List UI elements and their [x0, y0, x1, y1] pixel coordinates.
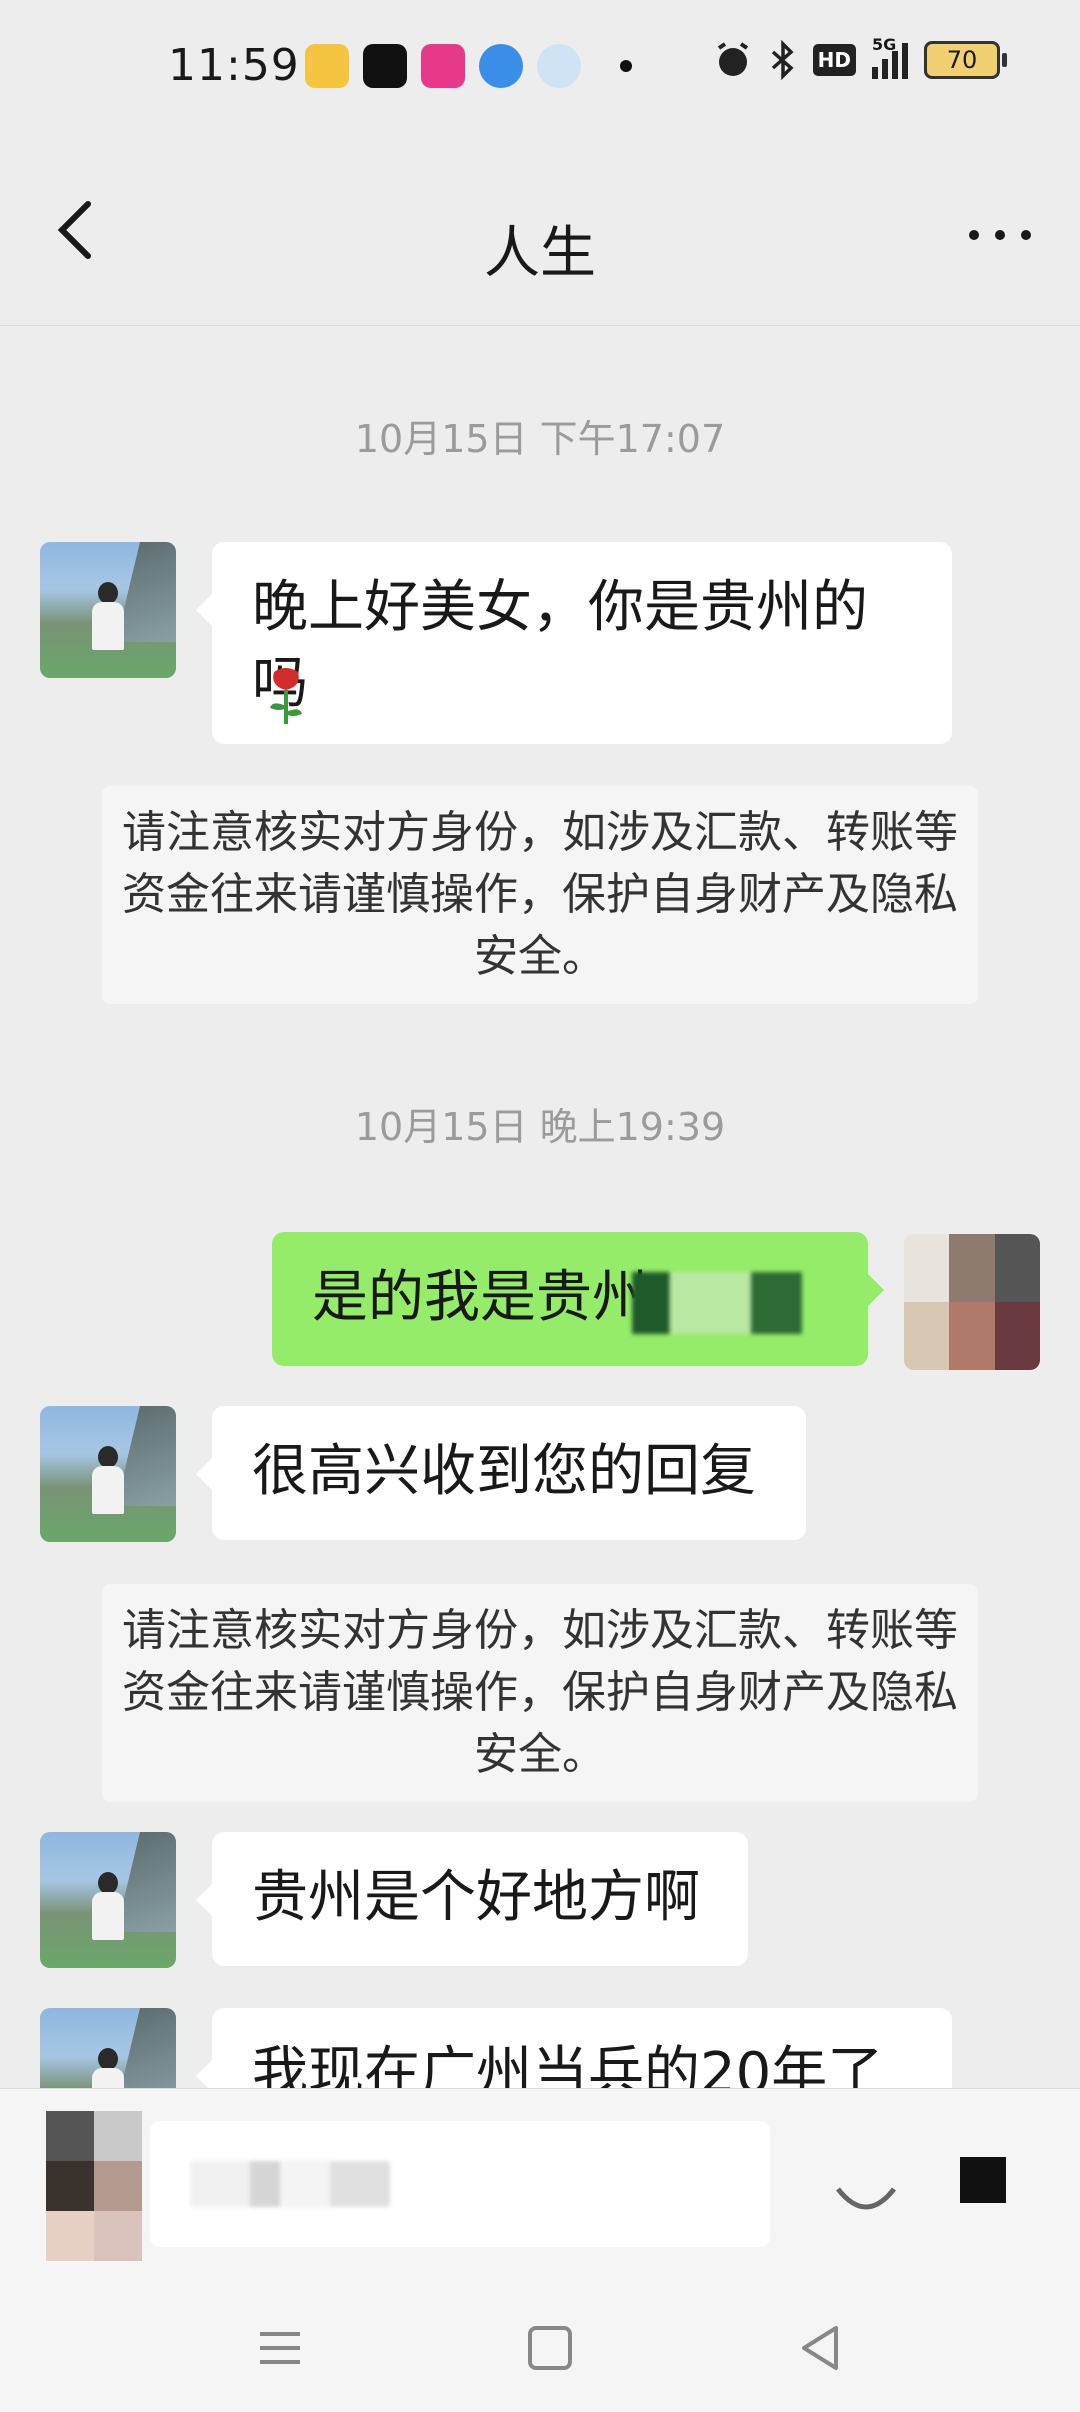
shopping-app-icon: [421, 44, 465, 88]
redacted-more-button[interactable]: [960, 2157, 1006, 2203]
chat-title: 人生: [484, 221, 596, 286]
contact-avatar[interactable]: [40, 542, 176, 678]
emoji-icon[interactable]: [826, 2145, 906, 2225]
system-icons: HD 5G 70: [713, 35, 1007, 80]
home-icon[interactable]: [520, 2318, 580, 2378]
browser-app-icon: [537, 44, 581, 88]
sent-message[interactable]: 是的我是贵州: [272, 1232, 884, 1366]
safety-notice: 请注意核实对方身份，如涉及汇款、转账等资金往来请谨慎操作，保护自身财产及隐私安全…: [102, 786, 978, 1004]
message-text: 贵州是个好地方啊: [252, 1865, 700, 1930]
battery-level: 70: [946, 46, 978, 74]
rose-emoji-icon: [270, 668, 302, 724]
back-nav-icon[interactable]: [790, 2318, 850, 2378]
more-notifications-dot: [620, 60, 632, 72]
received-message[interactable]: 贵州是个好地方啊: [196, 1832, 748, 1966]
status-time: 11:59: [168, 40, 300, 91]
message-input[interactable]: [150, 2121, 770, 2247]
tiktok-icon: [363, 44, 407, 88]
timestamp: 10月15日 晚上19:39: [354, 1105, 726, 1149]
more-icon[interactable]: [960, 210, 1040, 260]
chat-header: 人生: [0, 140, 1080, 326]
contact-avatar[interactable]: [40, 1832, 176, 1968]
hd-icon: HD: [812, 44, 856, 76]
contact-avatar[interactable]: [40, 1406, 176, 1542]
received-message[interactable]: 晚上好美女，你是贵州的吗: [196, 542, 952, 744]
feather-app-icon: [479, 44, 523, 88]
redacted-avatar: [904, 1234, 1040, 1370]
message-text: 是的我是贵州: [312, 1265, 648, 1330]
battery-icon: 70: [924, 41, 1007, 79]
my-avatar[interactable]: [904, 1234, 1040, 1370]
redacted-text: [632, 1272, 802, 1334]
message-text: 晚上好美女，你是贵州的吗: [252, 575, 868, 716]
message-text: 很高兴收到您的回复: [252, 1439, 756, 1504]
weibo-icon: [305, 44, 349, 88]
alarm-icon: [717, 42, 748, 76]
contact-avatar[interactable]: [40, 2008, 176, 2088]
network-type: 5G: [872, 35, 897, 54]
received-message[interactable]: 很高兴收到您的回复: [196, 1406, 806, 1540]
message-text: 我现在广州当兵的20年了: [252, 2041, 884, 2088]
redacted-text: [190, 2161, 390, 2207]
timestamp: 10月15日 下午17:07: [354, 417, 726, 461]
system-nav-bar: [0, 2278, 1080, 2412]
notification-icons: [305, 44, 581, 88]
bluetooth-icon: [771, 40, 794, 80]
signal-icon: 5G: [872, 35, 908, 79]
input-bar: [0, 2088, 1080, 2279]
received-message[interactable]: 我现在广州当兵的20年了: [196, 2008, 952, 2088]
safety-notice: 请注意核实对方身份，如涉及汇款、转账等资金往来请谨慎操作，保护自身财产及隐私安全…: [102, 1584, 978, 1802]
status-bar: 11:59 HD 5G 70: [0, 0, 1080, 140]
message-list[interactable]: 10月15日 下午17:07 晚上好美女，你是贵州的吗 请注意核实对方身份，如涉…: [0, 326, 1080, 2088]
menu-icon[interactable]: [250, 2318, 310, 2378]
redacted-voice-button[interactable]: [46, 2111, 142, 2261]
